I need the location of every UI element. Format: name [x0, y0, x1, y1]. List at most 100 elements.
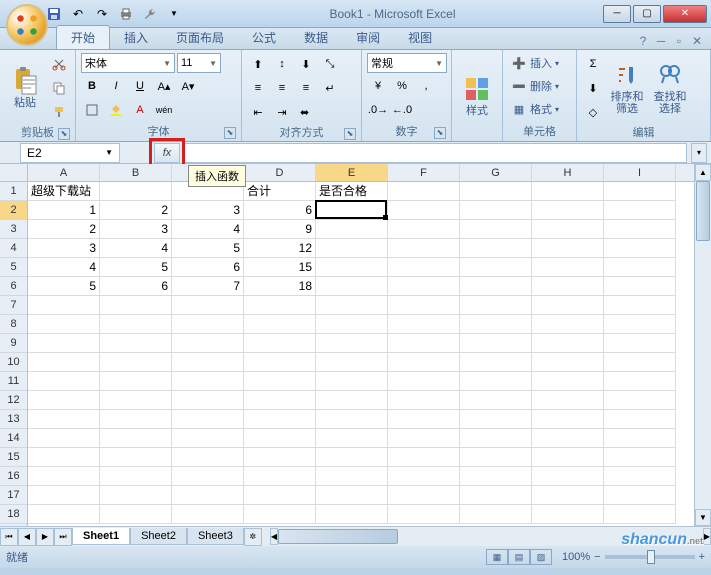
font-name-combo[interactable]: 宋体▼ — [81, 53, 175, 73]
cell[interactable] — [532, 296, 604, 315]
cells-area[interactable]: 超级下载站合计是否合格12362349345124561556718 — [28, 182, 694, 524]
cell[interactable] — [388, 277, 460, 296]
cell[interactable] — [388, 505, 460, 524]
number-dialog-launcher[interactable]: ⬊ — [434, 127, 446, 139]
row-header-11[interactable]: 11 — [0, 372, 27, 391]
tab-page-layout[interactable]: 页面布局 — [162, 26, 238, 49]
cell[interactable] — [388, 201, 460, 220]
clear-button[interactable]: ◇ — [582, 101, 604, 123]
cell[interactable] — [316, 334, 388, 353]
cell[interactable]: 2 — [100, 201, 172, 220]
column-header-G[interactable]: G — [460, 164, 532, 181]
row-header-9[interactable]: 9 — [0, 334, 27, 353]
cell[interactable] — [460, 296, 532, 315]
cell[interactable] — [316, 220, 388, 239]
phonetic-button[interactable]: wén — [153, 99, 175, 121]
cell[interactable] — [316, 429, 388, 448]
align-left-button[interactable]: ≡ — [247, 77, 269, 99]
cell[interactable] — [244, 334, 316, 353]
cell[interactable] — [460, 315, 532, 334]
view-page-break-button[interactable]: ▨ — [530, 549, 552, 565]
maximize-button[interactable]: ▢ — [633, 5, 661, 23]
cell[interactable] — [244, 315, 316, 334]
cell[interactable]: 7 — [172, 277, 244, 296]
cell[interactable] — [460, 201, 532, 220]
cell[interactable] — [316, 448, 388, 467]
view-page-layout-button[interactable]: ▤ — [508, 549, 530, 565]
cell[interactable] — [460, 372, 532, 391]
cell[interactable] — [604, 448, 676, 467]
cell[interactable] — [100, 182, 172, 201]
cell[interactable] — [604, 486, 676, 505]
tab-insert[interactable]: 插入 — [110, 26, 162, 49]
decrease-indent-button[interactable]: ⇤ — [247, 101, 269, 123]
cell[interactable] — [388, 467, 460, 486]
cell[interactable] — [532, 505, 604, 524]
percent-button[interactable]: % — [391, 75, 413, 97]
scroll-right-button[interactable]: ▶ — [703, 528, 711, 545]
cell[interactable] — [532, 448, 604, 467]
cell[interactable]: 12 — [244, 239, 316, 258]
cell[interactable]: 6 — [172, 258, 244, 277]
align-middle-button[interactable]: ↕ — [271, 53, 293, 75]
cell[interactable] — [100, 353, 172, 372]
cell[interactable] — [604, 334, 676, 353]
cell[interactable] — [388, 391, 460, 410]
cell[interactable]: 9 — [244, 220, 316, 239]
cell[interactable] — [388, 353, 460, 372]
cell[interactable] — [532, 429, 604, 448]
cell[interactable] — [532, 201, 604, 220]
zoom-level[interactable]: 100% — [562, 551, 590, 563]
cell[interactable] — [532, 315, 604, 334]
cell[interactable]: 6 — [244, 201, 316, 220]
fill-button[interactable]: ⬇ — [582, 77, 604, 99]
cell[interactable] — [532, 353, 604, 372]
shrink-font-button[interactable]: A▾ — [177, 75, 199, 97]
cell[interactable] — [28, 410, 100, 429]
cell[interactable] — [100, 296, 172, 315]
cell[interactable] — [532, 391, 604, 410]
cell[interactable] — [100, 315, 172, 334]
alignment-dialog-launcher[interactable]: ⬊ — [344, 128, 356, 140]
cell[interactable] — [172, 296, 244, 315]
cell[interactable] — [316, 486, 388, 505]
align-right-button[interactable]: ≡ — [295, 77, 317, 99]
cell[interactable] — [28, 353, 100, 372]
decrease-decimal-button[interactable]: ←.0 — [391, 99, 413, 121]
cell[interactable] — [388, 239, 460, 258]
cell[interactable] — [244, 296, 316, 315]
cell[interactable]: 5 — [28, 277, 100, 296]
cell[interactable] — [604, 182, 676, 201]
zoom-out-button[interactable]: − — [594, 551, 600, 563]
cell[interactable] — [100, 448, 172, 467]
cell[interactable]: 是否合格 — [316, 182, 388, 201]
cell[interactable] — [388, 334, 460, 353]
cell[interactable]: 5 — [172, 239, 244, 258]
insert-function-button[interactable]: fx — [154, 143, 180, 163]
italic-button[interactable]: I — [105, 75, 127, 97]
cell[interactable] — [532, 410, 604, 429]
sheet-insert-button[interactable]: ✲ — [244, 528, 262, 546]
cell[interactable] — [604, 277, 676, 296]
cell[interactable] — [388, 410, 460, 429]
vscroll-thumb[interactable] — [696, 181, 710, 241]
cell[interactable] — [460, 448, 532, 467]
cell[interactable]: 3 — [172, 201, 244, 220]
column-header-E[interactable]: E — [316, 164, 388, 181]
zoom-in-button[interactable]: + — [699, 551, 705, 563]
column-header-H[interactable]: H — [532, 164, 604, 181]
tab-home[interactable]: 开始 — [56, 25, 110, 49]
paste-button[interactable]: 粘贴 — [5, 53, 45, 123]
accounting-button[interactable]: ¥ — [367, 75, 389, 97]
cell[interactable] — [604, 296, 676, 315]
cell[interactable] — [388, 296, 460, 315]
cell[interactable] — [460, 353, 532, 372]
column-header-A[interactable]: A — [28, 164, 100, 181]
scroll-up-button[interactable]: ▲ — [695, 164, 711, 181]
cell[interactable] — [28, 505, 100, 524]
tab-formulas[interactable]: 公式 — [238, 26, 290, 49]
cell[interactable] — [604, 410, 676, 429]
increase-indent-button[interactable]: ⇥ — [271, 101, 293, 123]
row-header-10[interactable]: 10 — [0, 353, 27, 372]
cell[interactable]: 3 — [28, 239, 100, 258]
